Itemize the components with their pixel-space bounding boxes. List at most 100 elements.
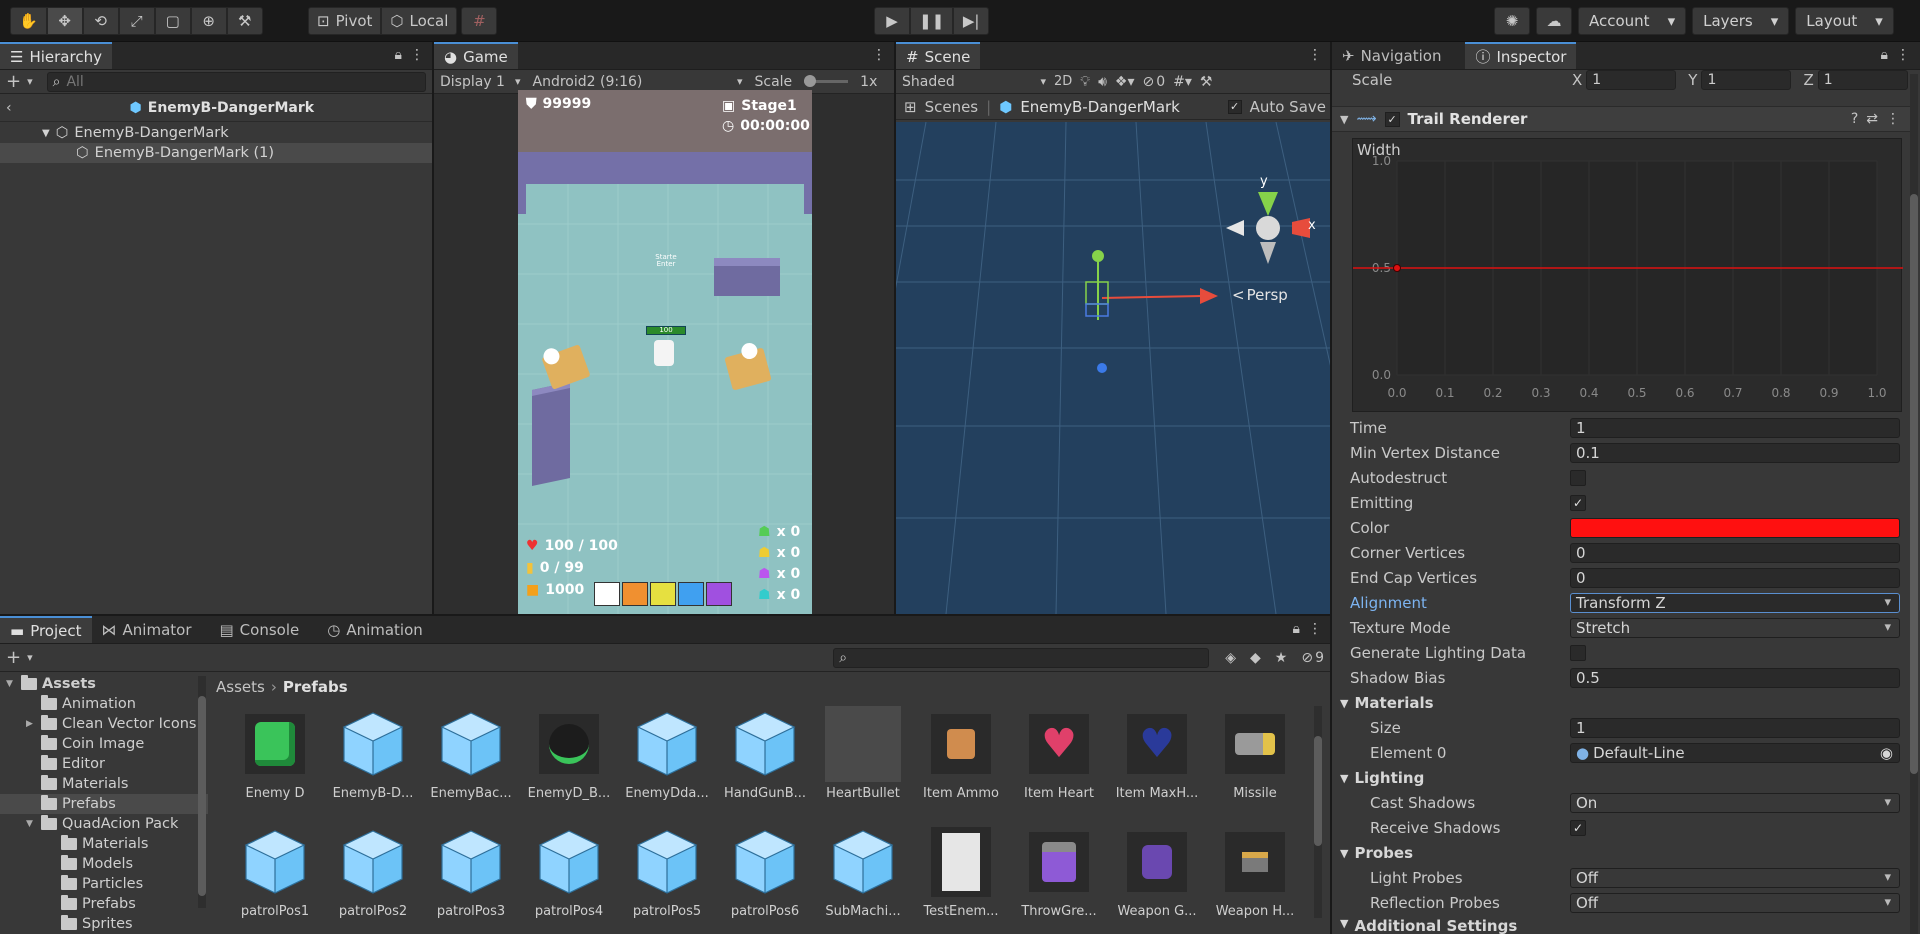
menu-kebab-icon[interactable]: ⋮	[1896, 47, 1910, 63]
asset-item[interactable]: Weapon G...	[1112, 824, 1202, 919]
expand-arrow-icon[interactable]: ▼	[42, 128, 50, 139]
rect-tool-icon[interactable]: ▢	[154, 7, 191, 35]
hidden-objects-toggle[interactable]: ⊘ 0	[1143, 74, 1166, 90]
asset-item[interactable]: TestEnem...	[916, 824, 1006, 919]
grid-snap-icon[interactable]: #	[461, 7, 498, 35]
scale-slider[interactable]	[804, 75, 849, 87]
local-button[interactable]: ⬡ Local	[381, 7, 458, 35]
tab-animation[interactable]: ◷ Animation	[317, 616, 433, 643]
filter-label-icon[interactable]: ◆	[1250, 650, 1261, 666]
shadow-bias-input[interactable]: 0.5	[1570, 667, 1900, 688]
expand-arrow-icon[interactable]: ▼	[6, 679, 16, 689]
scale-tool-icon[interactable]: ⤢	[118, 7, 155, 35]
weapon-slot-blue-icon[interactable]	[678, 582, 704, 606]
alignment-dropdown[interactable]: Transform Z	[1570, 592, 1900, 613]
folder-tree-item[interactable]: Materials	[0, 834, 208, 854]
folder-tree-item[interactable]: Animation	[0, 694, 208, 714]
asset-item[interactable]: ♥ Item Heart	[1014, 706, 1104, 801]
tree-scrollbar[interactable]	[198, 676, 206, 908]
filter-type-icon[interactable]: ◈	[1225, 650, 1236, 666]
receive-shadows-checkbox[interactable]: ✓	[1570, 819, 1586, 836]
menu-kebab-icon[interactable]: ⋮	[410, 47, 424, 63]
chevron-down-icon[interactable]: ▾	[27, 75, 33, 88]
probes-section[interactable]: ▼ Probes	[1340, 842, 1900, 864]
favorites-star-icon[interactable]: ★	[1275, 650, 1288, 666]
asset-item[interactable]: patrolPos5	[622, 824, 712, 919]
asset-item[interactable]: Weapon H...	[1210, 824, 1300, 919]
hierarchy-item[interactable]: ⬡ EnemyB-DangerMark (1)	[0, 143, 432, 163]
hierarchy-search-input[interactable]: ⌕ All	[46, 71, 426, 92]
asset-item[interactable]: HandGunB...	[720, 706, 810, 801]
menu-kebab-icon[interactable]: ⋮	[1308, 621, 1322, 637]
grid-scrollbar[interactable]	[1314, 706, 1322, 918]
folder-tree-item[interactable]: Particles	[0, 874, 208, 894]
menu-kebab-icon[interactable]: ⋮	[1308, 47, 1322, 63]
asset-item[interactable]: EnemyB-D...	[328, 706, 418, 801]
asset-item[interactable]: SubMachi...	[818, 824, 908, 919]
additional-settings-section[interactable]: ▼ Additional Settings	[1340, 917, 1900, 934]
expand-arrow-icon[interactable]: ▼	[26, 819, 36, 829]
object-picker-icon[interactable]: ◉	[1880, 744, 1893, 762]
autodestruct-checkbox[interactable]	[1570, 469, 1586, 486]
asset-item[interactable]: patrolPos3	[426, 824, 516, 919]
help-icon[interactable]: ?	[1851, 111, 1858, 127]
materials-size-input[interactable]: 1	[1570, 717, 1900, 738]
scale-y-input[interactable]: 1	[1701, 70, 1792, 90]
project-search-input[interactable]: ⌕	[833, 647, 1210, 668]
resolution-dropdown[interactable]: Android2 (9:16) ▾	[533, 74, 743, 90]
time-input[interactable]: 1	[1570, 417, 1900, 438]
layers-dropdown[interactable]: Layers ▾	[1692, 7, 1790, 35]
element0-object-field[interactable]: ● Default-Line ◉	[1570, 742, 1900, 763]
folder-tree-item[interactable]: Editor	[0, 754, 208, 774]
asset-item[interactable]: ♥ Item MaxH...	[1112, 706, 1202, 801]
weapon-slot-yellow-icon[interactable]	[650, 582, 676, 606]
curve-key-handle[interactable]	[1393, 264, 1401, 272]
folder-tree-item[interactable]: Prefabs	[0, 894, 208, 914]
tab-hierarchy[interactable]: ☰ Hierarchy	[0, 42, 112, 69]
tab-project[interactable]: ▬ Project	[0, 616, 92, 643]
breadcrumb-prefabs[interactable]: Prefabs	[283, 678, 348, 696]
custom-tool-icon[interactable]: ⚒	[226, 7, 263, 35]
tab-navigation[interactable]: ✈ Navigation	[1332, 42, 1451, 69]
toggle-2d-button[interactable]: 2D	[1054, 74, 1072, 89]
width-curve-graph[interactable]: 0.0 0.1 0.2 0.3 0.4 0.5 0.6 0.7 0.8 0.9 1.01.00.50…	[1353, 139, 1903, 413]
breadcrumb-assets[interactable]: Assets	[216, 678, 265, 696]
pivot-button[interactable]: ⊡ Pivot	[308, 7, 382, 35]
shading-dropdown[interactable]: Shaded ▾	[902, 74, 1046, 90]
component-enabled-checkbox[interactable]: ✓	[1384, 111, 1400, 127]
chevron-down-icon[interactable]: ▾	[27, 651, 33, 664]
layout-dropdown[interactable]: Layout ▾	[1795, 7, 1894, 35]
asset-item[interactable]: Enemy D	[230, 706, 320, 801]
scale-x-input[interactable]: 1	[1586, 70, 1677, 90]
asset-item[interactable]: EnemyBac...	[426, 706, 516, 801]
preset-icon[interactable]: ⇄	[1866, 111, 1878, 127]
add-icon[interactable]: +	[6, 647, 21, 668]
rotate-tool-icon[interactable]: ⟲	[82, 7, 119, 35]
audio-icon[interactable]: 🔊︎	[1098, 74, 1107, 90]
breadcrumb-scenes[interactable]: Scenes	[925, 98, 979, 116]
display-dropdown[interactable]: Display 1 ▾	[440, 74, 521, 90]
tab-scene[interactable]: # Scene	[896, 42, 981, 69]
hidden-packages-toggle[interactable]: ⊘ 9	[1301, 650, 1324, 666]
folder-tree-item[interactable]: Sprites	[0, 914, 208, 934]
tab-animator[interactable]: ⋈ Animator	[92, 616, 202, 643]
asset-item[interactable]: HeartBullet	[818, 706, 908, 801]
lock-icon[interactable]: 🔒︎	[395, 47, 402, 63]
tools-icon[interactable]: ⚒	[1200, 74, 1213, 90]
asset-item[interactable]: Missile	[1210, 706, 1300, 801]
add-icon[interactable]: +	[6, 71, 21, 92]
asset-item[interactable]: ThrowGre...	[1014, 824, 1104, 919]
lock-icon[interactable]: 🔒︎	[1293, 621, 1300, 637]
cursor-icon[interactable]	[594, 582, 620, 606]
folder-tree-item[interactable]: Models	[0, 854, 208, 874]
cloud-icon[interactable]: ☁	[1536, 7, 1572, 35]
lighting-icon[interactable]: 💡︎	[1080, 74, 1090, 90]
collapse-arrow-icon[interactable]: ▶	[26, 719, 36, 729]
folder-tree-item[interactable]: ▼ QuadAcion Pack	[0, 814, 208, 834]
gen-lighting-checkbox[interactable]	[1570, 644, 1586, 661]
reflection-probes-dropdown[interactable]: Off	[1570, 892, 1900, 913]
step-button[interactable]: ▶|	[953, 7, 990, 35]
asset-item[interactable]: Item Ammo	[916, 706, 1006, 801]
tab-inspector[interactable]: ⓘ Inspector	[1465, 42, 1577, 69]
hierarchy-item[interactable]: ▼ ⬡ EnemyB-DangerMark	[0, 123, 432, 143]
